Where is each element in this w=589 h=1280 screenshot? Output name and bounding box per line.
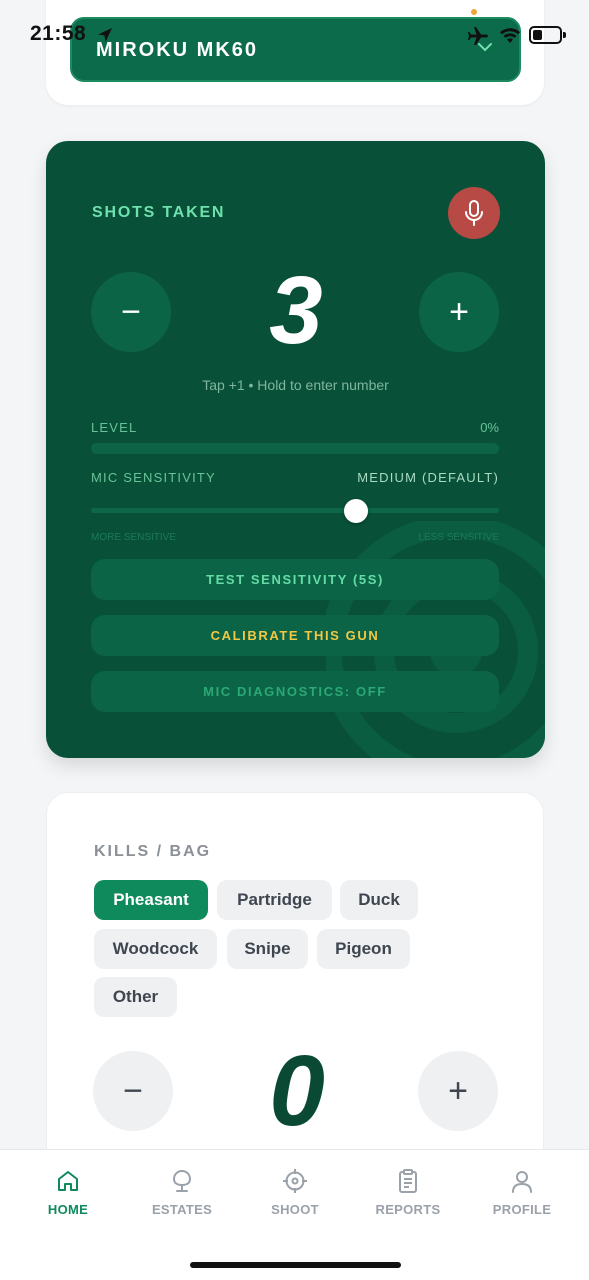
nav-item-home[interactable]: HOME bbox=[18, 1168, 118, 1217]
shots-increment-button[interactable]: + bbox=[419, 272, 499, 352]
level-meter bbox=[91, 443, 499, 454]
slider-min-label: MORE SENSITIVE bbox=[91, 532, 177, 543]
wifi-icon bbox=[500, 28, 520, 43]
microphone-icon bbox=[465, 200, 483, 226]
kills-increment-button[interactable]: + bbox=[418, 1051, 498, 1131]
species-chip-duck[interactable]: Duck bbox=[340, 880, 418, 920]
nav-label-shoot: SHOOT bbox=[271, 1202, 319, 1217]
sensitivity-slider-track[interactable] bbox=[91, 508, 499, 513]
tree-icon bbox=[172, 1169, 192, 1192]
kills-decrement-button[interactable]: − bbox=[93, 1051, 173, 1131]
kills-count[interactable]: 0 bbox=[197, 1039, 397, 1143]
level-value: 0% bbox=[480, 420, 499, 435]
species-chip-snipe[interactable]: Snipe bbox=[227, 929, 308, 969]
clipboard-icon bbox=[399, 1169, 417, 1193]
location-arrow-icon bbox=[98, 28, 112, 42]
shots-decrement-button[interactable]: − bbox=[91, 272, 171, 352]
microphone-toggle-button[interactable] bbox=[448, 187, 500, 239]
species-chip-other[interactable]: Other bbox=[94, 977, 177, 1017]
home-icon bbox=[58, 1171, 78, 1191]
user-icon bbox=[512, 1171, 532, 1193]
airplane-mode-icon bbox=[468, 27, 488, 45]
shots-taken-card: SHOTS TAKEN − 3 + Tap +1 • Hold to enter… bbox=[46, 141, 545, 758]
mic-sensitivity-value: MEDIUM (DEFAULT) bbox=[357, 470, 499, 485]
species-chip-woodcock[interactable]: Woodcock bbox=[94, 929, 217, 969]
sensitivity-slider-thumb[interactable] bbox=[344, 499, 369, 523]
battery-icon bbox=[529, 26, 566, 44]
species-chip-pheasant[interactable]: Pheasant bbox=[94, 880, 208, 920]
nav-item-reports[interactable]: REPORTS bbox=[358, 1168, 458, 1217]
nav-item-estates[interactable]: ESTATES bbox=[132, 1168, 232, 1217]
crosshair-icon bbox=[283, 1169, 307, 1193]
mic-sensitivity-label: MIC SENSITIVITY bbox=[91, 470, 216, 485]
level-label: LEVEL bbox=[91, 420, 138, 435]
nav-label-reports: REPORTS bbox=[375, 1202, 441, 1217]
shots-count[interactable]: 3 bbox=[196, 261, 396, 361]
bottom-navigation: HOME ESTATES SHOOT REPORTS PROFILE bbox=[0, 1149, 589, 1280]
calibrate-gun-button[interactable]: CALIBRATE THIS GUN bbox=[91, 615, 499, 656]
home-indicator[interactable] bbox=[190, 1262, 401, 1268]
kills-bag-title: KILLS / BAG bbox=[94, 843, 212, 860]
nav-label-home: HOME bbox=[47, 1202, 89, 1217]
nav-item-profile[interactable]: PROFILE bbox=[472, 1168, 572, 1217]
shots-hint: Tap +1 • Hold to enter number bbox=[202, 377, 389, 393]
slider-max-label: LESS SENSITIVE bbox=[418, 532, 499, 543]
status-bar: 21:58 bbox=[0, 0, 589, 70]
nav-label-profile: PROFILE bbox=[492, 1202, 552, 1217]
shots-taken-title: SHOTS TAKEN bbox=[92, 204, 226, 221]
status-time: 21:58 bbox=[30, 22, 87, 45]
privacy-indicator-dot bbox=[471, 9, 477, 15]
nav-item-shoot[interactable]: SHOOT bbox=[245, 1168, 345, 1217]
species-chip-partridge[interactable]: Partridge bbox=[217, 880, 332, 920]
species-chip-pigeon[interactable]: Pigeon bbox=[317, 929, 410, 969]
test-sensitivity-button[interactable]: TEST SENSITIVITY (5S) bbox=[91, 559, 499, 600]
kills-bag-card: KILLS / BAG Pheasant Partridge Duck Wood… bbox=[46, 792, 544, 1192]
mic-diagnostics-button[interactable]: MIC DIAGNOSTICS: OFF bbox=[91, 671, 499, 712]
nav-label-estates: ESTATES bbox=[151, 1202, 213, 1217]
